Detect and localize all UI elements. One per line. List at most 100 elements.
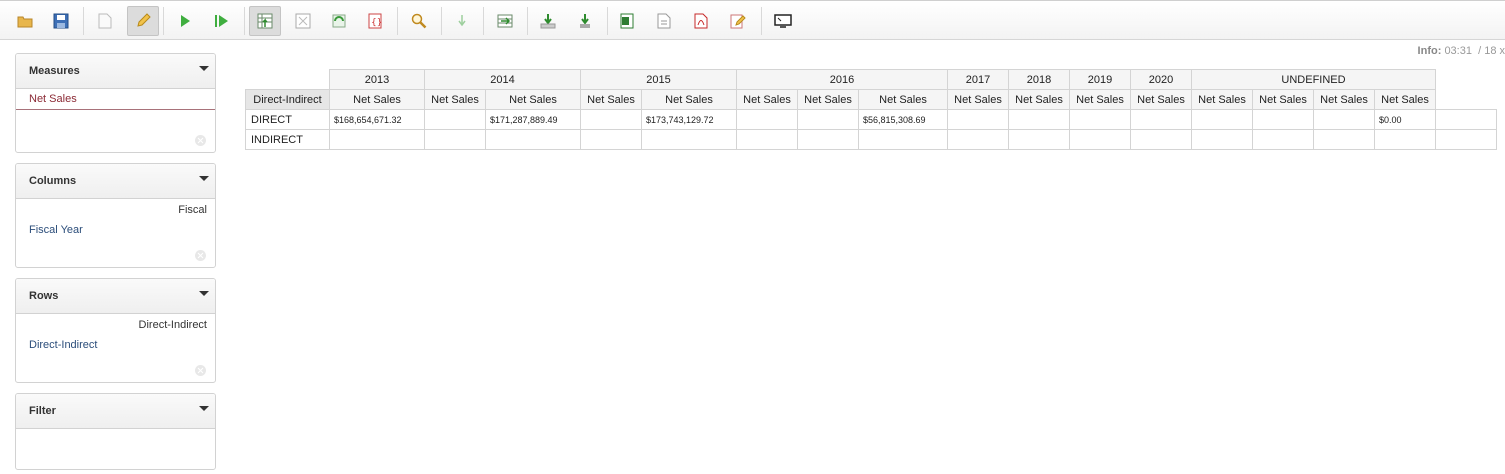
measure-header[interactable]: Net Sales [858, 89, 948, 110]
year-header[interactable]: 2018 [1008, 69, 1070, 90]
measure-header[interactable]: Net Sales [1374, 89, 1436, 110]
measure-header[interactable]: Net Sales [947, 89, 1009, 110]
data-cell [947, 129, 1009, 150]
new-document-icon[interactable] [89, 6, 121, 36]
measure-header[interactable]: Net Sales [736, 89, 798, 110]
columns-panel-header: Columns [16, 164, 215, 199]
data-cell [797, 109, 859, 130]
drill-through-icon[interactable] [569, 6, 601, 36]
edit-report-icon[interactable] [722, 6, 754, 36]
measure-header[interactable]: Net Sales [580, 89, 642, 110]
measure-item[interactable]: Net Sales [16, 89, 215, 110]
columns-panel-title: Columns [29, 175, 77, 187]
filter-panel-title: Filter [29, 405, 56, 417]
rows-panel-title: Rows [29, 290, 59, 302]
toolbar: {} [0, 0, 1505, 40]
chevron-down-icon[interactable] [199, 66, 209, 71]
year-header[interactable]: 2019 [1069, 69, 1131, 90]
clear-icon[interactable] [195, 365, 206, 376]
chevron-down-icon[interactable] [199, 291, 209, 296]
data-cell [736, 109, 798, 130]
measure-item-label: Net Sales [29, 93, 77, 105]
chevron-down-icon[interactable] [199, 176, 209, 181]
automatic-execution-icon[interactable] [206, 6, 238, 36]
data-cell [1008, 129, 1070, 150]
data-cell [1191, 109, 1253, 130]
year-header[interactable]: 2016 [736, 69, 948, 90]
data-cell [1191, 129, 1253, 150]
year-header[interactable]: 2014 [424, 69, 581, 90]
export-csv-icon[interactable] [648, 6, 680, 36]
data-cell [858, 129, 948, 150]
zoom-magnifier-icon[interactable] [403, 6, 435, 36]
save-disk-icon[interactable] [45, 6, 77, 36]
data-cell [1374, 129, 1436, 150]
year-header-row: 2013 2014 2015 2016 2017 2018 2019 2020 UNDEFINE… [246, 69, 1497, 90]
year-header[interactable]: 2020 [1130, 69, 1192, 90]
data-cell: $0.00 [1374, 109, 1436, 130]
measure-header[interactable]: Net Sales [797, 89, 859, 110]
filter-drop-area[interactable] [16, 429, 215, 469]
table-row: INDIRECT [245, 129, 1497, 150]
measure-header[interactable]: Net Sales [1130, 89, 1192, 110]
export-download-icon[interactable] [532, 6, 564, 36]
measure-header[interactable]: Net Sales [424, 89, 486, 110]
data-cell [1069, 129, 1131, 150]
data-cell [1435, 129, 1497, 150]
chevron-down-icon[interactable] [199, 406, 209, 411]
filter-panel-header: Filter [16, 394, 215, 429]
toggle-fields-icon[interactable] [249, 6, 281, 36]
swap-axis-icon[interactable] [323, 6, 355, 36]
year-header[interactable]: 2015 [580, 69, 737, 90]
rows-dimension-name: Direct-Indirect [138, 319, 207, 331]
data-cell [485, 129, 581, 150]
row-member-label[interactable]: INDIRECT [245, 129, 330, 150]
data-cell [1069, 109, 1131, 130]
run-play-icon[interactable] [169, 6, 201, 36]
year-header[interactable]: UNDEFINED [1191, 69, 1436, 90]
measure-header[interactable]: Net Sales [641, 89, 737, 110]
measures-panel: Measures Net Sales [15, 53, 216, 153]
data-cell [947, 109, 1009, 130]
clear-icon[interactable] [195, 135, 206, 146]
data-cell [580, 109, 642, 130]
year-header[interactable]: 2017 [947, 69, 1009, 90]
edit-pencil-icon[interactable] [127, 6, 159, 36]
data-cell [1252, 129, 1314, 150]
drill-across-icon[interactable] [489, 6, 521, 36]
measure-header[interactable]: Net Sales [1252, 89, 1314, 110]
export-pdf-icon[interactable] [685, 6, 717, 36]
export-xls-icon[interactable] [611, 6, 643, 36]
data-cell: $173,743,129.72 [641, 109, 737, 130]
row-dimension-header[interactable]: Direct-Indirect [245, 89, 330, 110]
measure-header[interactable]: Net Sales [1191, 89, 1253, 110]
table-row: DIRECT $168,654,671.32 $171,287,889.49 $173… [245, 109, 1497, 130]
data-cell: $56,815,308.69 [858, 109, 948, 130]
fullscreen-monitor-icon[interactable] [767, 6, 799, 36]
measure-header-row: Direct-Indirect Net Sales Net Sales Net Sa… [245, 89, 1497, 110]
columns-dimension-name: Fiscal [178, 204, 207, 216]
drill-down-arrow-icon[interactable] [446, 6, 478, 36]
measure-header[interactable]: Net Sales [1313, 89, 1375, 110]
data-cell: $168,654,671.32 [329, 109, 425, 130]
year-header[interactable]: 2013 [329, 69, 425, 90]
measures-panel-title: Measures [29, 65, 80, 77]
measure-header[interactable]: Net Sales [485, 89, 581, 110]
data-cell [580, 129, 642, 150]
data-cell [1130, 109, 1192, 130]
measure-header[interactable]: Net Sales [1008, 89, 1070, 110]
measure-header[interactable]: Net Sales [1069, 89, 1131, 110]
columns-level-item[interactable]: Fiscal Year [29, 224, 83, 236]
show-mdx-icon[interactable]: {} [359, 6, 391, 36]
data-cell [1313, 109, 1375, 130]
columns-panel: Columns Fiscal Fiscal Year [15, 163, 216, 268]
clear-icon[interactable] [195, 250, 206, 261]
data-cell [424, 129, 486, 150]
data-cell [424, 109, 486, 130]
row-member-label[interactable]: DIRECT [245, 109, 330, 130]
data-cell [329, 129, 425, 150]
rows-level-item[interactable]: Direct-Indirect [29, 339, 97, 351]
measure-header[interactable]: Net Sales [329, 89, 425, 110]
non-empty-icon[interactable] [287, 6, 319, 36]
open-folder-icon[interactable] [9, 6, 41, 36]
